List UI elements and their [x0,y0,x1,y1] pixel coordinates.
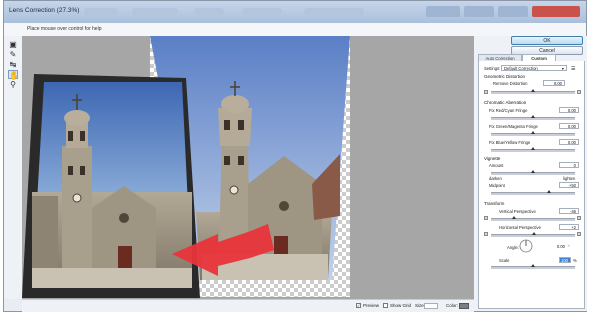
close-button[interactable] [532,6,580,17]
tab-auto-correction[interactable]: Auto Correction [478,54,522,61]
horizontal-perspective-slider[interactable] [491,232,575,237]
preview-checkbox[interactable]: ✓ [356,303,361,308]
horizontal-perspective-field[interactable]: +2 [559,224,579,230]
settings-dropdown[interactable]: Default Correction ▾ [501,65,567,71]
vertical-perspective-icon [484,216,488,220]
red-cyan-slider[interactable] [491,115,575,120]
red-cyan-field[interactable]: 0.00 [559,107,579,113]
angle-field[interactable]: 0.00 [549,244,567,250]
title-bar-glyph [132,8,178,15]
slider-thumb[interactable] [512,216,516,219]
geometric-distortion-heading: Geometric Distortion [484,74,526,79]
lens-correction-window: Lens Correction (27.3%) Place mouse over… [3,0,587,312]
settings-menu-icon[interactable]: ☰ [571,66,575,72]
blue-yellow-slider[interactable] [491,147,575,152]
vertical-perspective-slider[interactable] [491,216,575,221]
slider-thumb[interactable] [547,190,551,193]
status-bar: ✓ Preview Show Grid Size: Color: [22,299,474,312]
settings-panel: OK Cancel Auto Correction Custom Setting… [474,36,587,311]
green-magenta-field[interactable]: 0.00 [559,123,579,129]
blue-yellow-field[interactable]: 0.00 [559,139,579,145]
horizontal-perspective-label: Horizontal Perspective [499,225,541,230]
custom-tab-content: Settings: Default Correction ▾ ☰ Geometri… [478,61,585,309]
show-grid-checkbox[interactable] [383,303,388,308]
title-bar: Lens Correction (27.3%) [4,1,586,23]
transform-heading: Transform [484,201,505,206]
lighten-label: lighten [563,176,576,181]
midpoint-slider[interactable] [491,190,575,195]
green-magenta-label: Fix Green/Magenta Fringe [489,124,538,129]
slider-thumb[interactable] [531,131,535,134]
hand-tool-icon[interactable]: ✋ [8,70,19,80]
vertical-perspective-label: Vertical Perspective [499,209,536,214]
degree-symbol: ° [568,244,570,249]
color-label: Color: [446,303,459,308]
scale-field[interactable]: 100 [559,257,571,263]
tab-custom[interactable]: Custom [522,54,556,61]
slider-thumb[interactable] [531,147,535,150]
slider-thumb[interactable] [532,232,536,235]
show-grid-label: Show Grid [390,303,412,308]
horizontal-perspective-icon [577,232,581,236]
amount-label: Amount [489,163,504,168]
window-help-button[interactable] [426,6,460,17]
scale-slider[interactable] [491,264,575,269]
scale-unit: % [573,258,577,263]
green-magenta-slider[interactable] [491,131,575,136]
settings-value: Default Correction [504,66,538,71]
settings-label: Settings: [484,66,501,71]
scale-label: Scale [499,258,510,263]
lens-correction-tool-icon[interactable]: ▣ [8,40,18,49]
remove-distortion-field[interactable]: 0.00 [543,80,565,86]
darken-label: darken [489,176,502,181]
vignette-heading: Vignette [484,156,501,161]
horizontal-perspective-icon [484,232,488,236]
straighten-tool-icon[interactable]: ✎ [8,50,18,59]
amount-slider[interactable] [491,170,575,175]
preview-image [22,36,350,298]
title-bar-glyph [194,8,224,15]
vertical-perspective-icon [577,216,581,220]
slider-thumb[interactable] [531,89,535,92]
hint-text: Place mouse over control for help [27,26,102,32]
grid-size-field[interactable] [424,303,438,309]
preview-canvas[interactable] [22,36,474,299]
amount-field[interactable]: 0 [559,162,579,168]
title-bar-glyph [84,8,118,15]
blue-yellow-label: Fix Blue/Yellow Fringe [489,140,531,145]
midpoint-field[interactable]: +50 [559,182,579,188]
tool-bar: ▣ ✎ ↹ ✋ ⚲ [4,36,23,299]
remove-distortion-label: Remove Distortion [493,81,528,86]
zoom-tool-icon[interactable]: ⚲ [8,80,18,89]
grid-color-swatch[interactable] [459,303,469,309]
pincushion-icon [484,90,488,94]
slider-thumb[interactable] [531,115,535,118]
ok-button[interactable]: OK [511,36,583,45]
chevron-down-icon: ▾ [561,66,564,71]
midpoint-label: Midpoint [489,183,505,188]
vertical-perspective-field[interactable]: -46 [559,208,579,214]
hint-bar: Place mouse over control for help [4,23,586,37]
slider-thumb[interactable] [531,170,535,173]
window-title: Lens Correction (27.3%) [9,7,80,14]
maximize-button[interactable] [498,6,528,17]
title-bar-glyph [242,8,282,15]
angle-label: Angle: [507,245,519,250]
angle-dial-icon[interactable] [519,239,533,253]
title-bar-glyph [304,8,364,15]
remove-distortion-slider[interactable] [491,89,575,94]
chromatic-aberration-heading: Chromatic Aberration [484,100,527,105]
red-cyan-label: Fix Red/Cyan Fringe [489,108,528,113]
preview-label: Preview [363,303,380,308]
slider-thumb[interactable] [531,264,535,267]
move-grid-tool-icon[interactable]: ↹ [8,60,18,69]
barrel-icon [577,90,581,94]
minimize-button[interactable] [464,6,494,17]
